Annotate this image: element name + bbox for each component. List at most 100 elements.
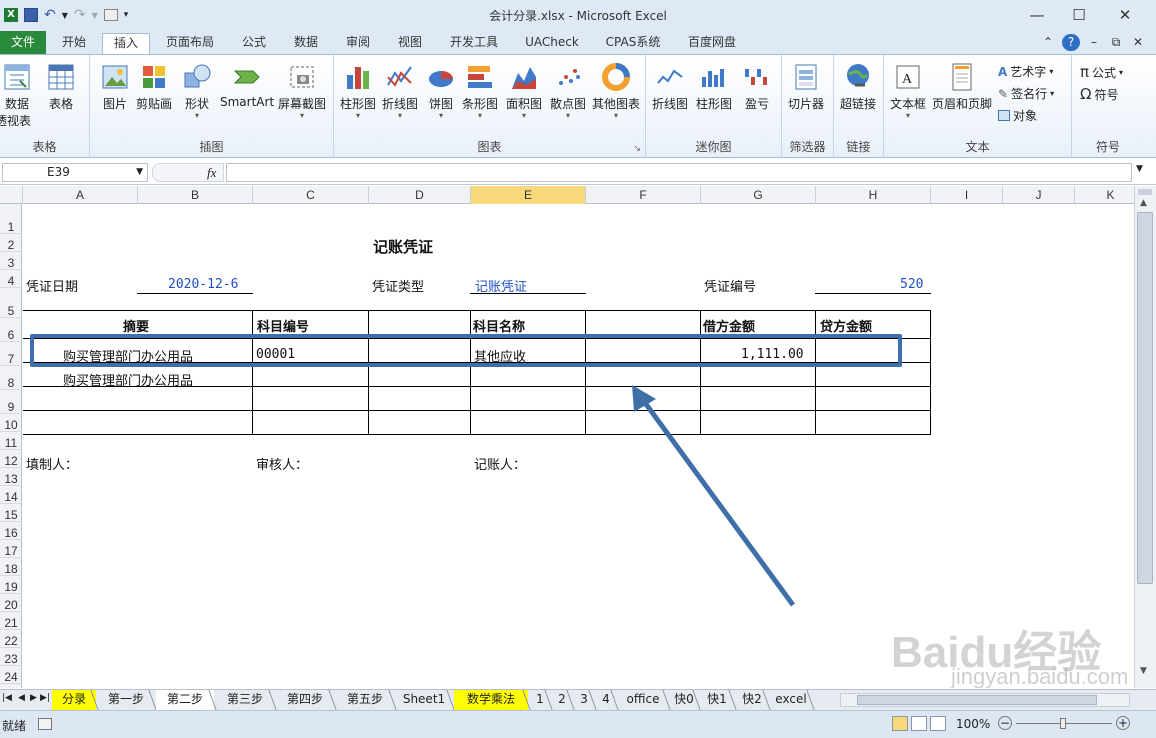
column-header-d[interactable]: D <box>369 186 471 204</box>
zoom-slider[interactable] <box>1016 718 1112 729</box>
row-header-24[interactable]: 24 <box>0 666 22 684</box>
ribbon-collapse-icon[interactable]: ⌃ <box>1040 33 1056 54</box>
sparkline-column-button[interactable]: 柱形图 <box>696 61 732 112</box>
scatter-chart-button[interactable]: 散点图 ▾ <box>550 61 586 120</box>
column-chart-button[interactable]: 柱形图 ▾ <box>340 61 376 120</box>
row-header-13[interactable]: 13 <box>0 468 22 486</box>
sheet-tab-11[interactable]: 4 <box>596 690 616 710</box>
sheet-tab-9[interactable]: 2 <box>552 690 572 710</box>
column-header-e[interactable]: E <box>471 186 586 204</box>
other-charts-button[interactable]: 其他图表 ▾ <box>592 61 640 120</box>
sheet-tab-12[interactable]: office <box>618 690 668 710</box>
row-header-23[interactable]: 23 <box>0 648 22 666</box>
worksheet-grid[interactable]: 记账凭证 凭证日期 2020-12-6 凭证类型 记账凭证 凭证编号 520 摘… <box>23 204 1134 688</box>
sheet-nav-next-icon[interactable]: ▶ <box>30 693 37 703</box>
row-header-16[interactable]: 16 <box>0 522 22 540</box>
scroll-thumb[interactable] <box>1137 212 1153 584</box>
vertical-scrollbar[interactable]: ▲ ▼ <box>1134 186 1156 688</box>
tab-page-layout[interactable]: 页面布局 <box>160 33 220 54</box>
shapes-button[interactable]: 形状 ▾ <box>182 61 212 120</box>
horizontal-scrollbar[interactable] <box>840 693 1130 707</box>
row-header-12[interactable]: 12 <box>0 450 22 468</box>
sparkline-line-button[interactable]: 折线图 <box>652 61 688 112</box>
column-header-h[interactable]: H <box>816 186 931 204</box>
row-header-4[interactable]: 4 <box>0 270 22 288</box>
row-header-7[interactable]: 7 <box>0 342 22 366</box>
column-header-f[interactable]: F <box>586 186 701 204</box>
view-page-layout-icon[interactable] <box>911 716 927 731</box>
workbook-close-icon[interactable]: ✕ <box>1130 33 1146 54</box>
equation-button[interactable]: π 公式 ▾ <box>1080 63 1123 81</box>
column-header-a[interactable]: A <box>23 186 138 204</box>
name-box[interactable]: E39 ▼ <box>2 163 148 182</box>
zoom-slider-thumb[interactable] <box>1060 718 1066 729</box>
row-header-8[interactable]: 8 <box>0 366 22 390</box>
wordart-button[interactable]: A 艺术字 ▾ <box>998 63 1053 80</box>
line-chart-button[interactable]: 折线图 ▾ <box>382 61 418 120</box>
formula-expand-icon[interactable]: ▼ <box>1136 164 1143 174</box>
row-header-15[interactable]: 15 <box>0 504 22 522</box>
area-chart-button[interactable]: 面积图 ▾ <box>506 61 542 120</box>
pie-chart-button[interactable]: 饼图 ▾ <box>426 61 456 120</box>
workbook-minimize-icon[interactable]: – <box>1086 33 1102 54</box>
sheet-tab-5[interactable]: 第五步 <box>336 690 394 710</box>
clip-art-button[interactable]: 剪贴画 <box>136 61 172 112</box>
tab-uacheck[interactable]: UACheck <box>518 33 586 54</box>
row-header-6[interactable]: 6 <box>0 318 22 342</box>
tab-review[interactable]: 审阅 <box>338 33 378 54</box>
row-header-10[interactable]: 10 <box>0 414 22 432</box>
sheet-tab-4[interactable]: 第四步 <box>276 690 334 710</box>
scroll-down-icon[interactable]: ▼ <box>1140 666 1147 676</box>
column-header-c[interactable]: C <box>253 186 369 204</box>
tab-formulas[interactable]: 公式 <box>234 33 274 54</box>
row-header-2[interactable]: 2 <box>0 234 22 252</box>
dialog-launcher-icon[interactable]: ↘ <box>633 144 641 154</box>
sheet-tab-1[interactable]: 第一步 <box>98 690 154 710</box>
pivot-table-button[interactable]: 数据 透视表 <box>0 61 32 129</box>
row-header-19[interactable]: 19 <box>0 576 22 594</box>
column-header-b[interactable]: B <box>138 186 253 204</box>
sheet-tab-2[interactable]: 第二步 <box>156 690 214 710</box>
help-icon[interactable]: ? <box>1062 34 1080 51</box>
screenshot-button[interactable]: 屏幕截图 ▾ <box>278 61 326 120</box>
column-header-g[interactable]: G <box>701 186 816 204</box>
sheet-tab-10[interactable]: 3 <box>574 690 594 710</box>
row-header-20[interactable]: 20 <box>0 594 22 612</box>
row-header-1[interactable]: 1 <box>0 204 22 234</box>
close-icon[interactable]: ✕ <box>1111 4 1139 26</box>
view-normal-icon[interactable] <box>892 716 908 731</box>
table-button[interactable]: 表格 <box>46 61 76 112</box>
row-header-11[interactable]: 11 <box>0 432 22 450</box>
row-header-18[interactable]: 18 <box>0 558 22 576</box>
signature-line-button[interactable]: ✎ 签名行 ▾ <box>998 85 1054 102</box>
zoom-in-icon[interactable]: + <box>1116 716 1130 730</box>
name-box-dropdown-icon[interactable]: ▼ <box>136 164 143 181</box>
maximize-icon[interactable]: ☐ <box>1065 4 1093 26</box>
symbol-button[interactable]: Ω 符号 <box>1080 85 1118 103</box>
minimize-icon[interactable]: — <box>1023 4 1051 26</box>
tab-insert[interactable]: 插入 <box>102 33 150 55</box>
bar-chart-button[interactable]: 条形图 ▾ <box>462 61 498 120</box>
column-header-j[interactable]: J <box>1003 186 1075 204</box>
sparkline-winloss-button[interactable]: 盈亏 <box>742 61 772 112</box>
row-header-21[interactable]: 21 <box>0 612 22 630</box>
picture-button[interactable]: 图片 <box>100 61 130 112</box>
tab-developer[interactable]: 开发工具 <box>442 33 506 54</box>
row-header-14[interactable]: 14 <box>0 486 22 504</box>
sheet-tab-0[interactable]: 分录 <box>52 690 96 710</box>
tab-baidu-netdisk[interactable]: 百度网盘 <box>680 33 744 54</box>
formula-input[interactable] <box>226 163 1132 182</box>
row-header-22[interactable]: 22 <box>0 630 22 648</box>
row-header-3[interactable]: 3 <box>0 252 22 270</box>
zoom-out-icon[interactable]: − <box>998 716 1012 730</box>
sheet-nav-first-icon[interactable]: |◀ <box>2 693 12 703</box>
tab-view[interactable]: 视图 <box>390 33 430 54</box>
sheet-tab-3[interactable]: 第三步 <box>216 690 274 710</box>
hscroll-thumb[interactable] <box>857 695 1097 705</box>
row-header-5[interactable]: 5 <box>0 288 22 318</box>
select-all-corner[interactable] <box>0 186 23 204</box>
row-header-9[interactable]: 9 <box>0 390 22 414</box>
sheet-tab-7[interactable]: 数学乘法 <box>454 690 528 710</box>
sheet-tab-6[interactable]: Sheet1 <box>396 690 452 710</box>
tab-home[interactable]: 开始 <box>54 33 94 54</box>
